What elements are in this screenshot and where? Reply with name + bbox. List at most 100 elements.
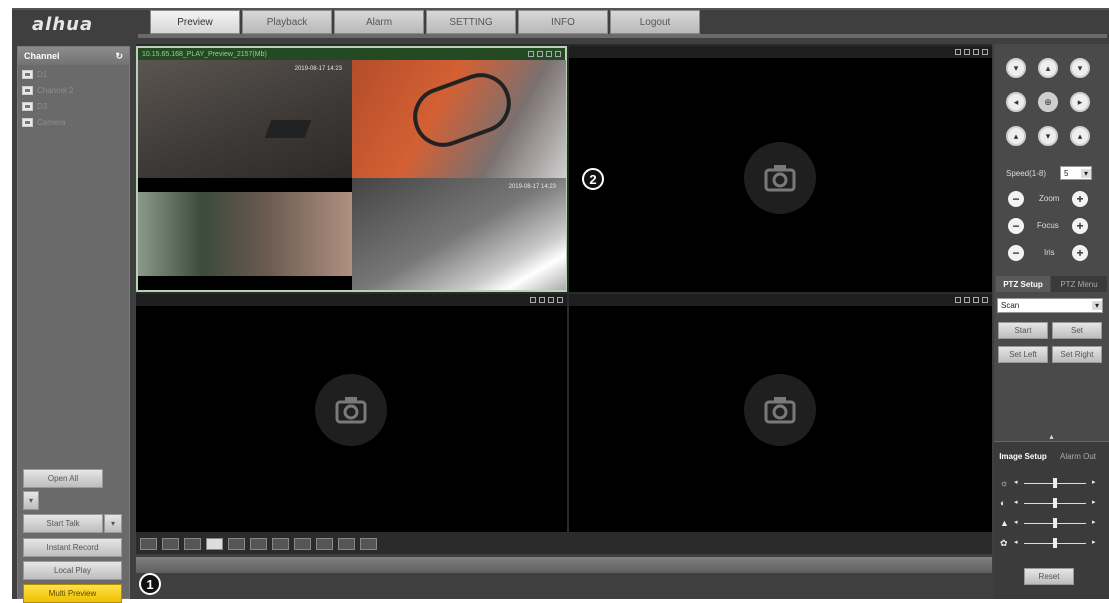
focus-near-button[interactable]: − [1008, 218, 1024, 234]
set-button[interactable]: Set [1052, 322, 1102, 339]
zoom-in-button[interactable]: + [1072, 191, 1088, 207]
channel-item[interactable]: Channel 2 [18, 83, 129, 97]
tab-ptz-menu[interactable]: PTZ Menu [1051, 276, 1107, 292]
layout-9-icon[interactable] [206, 538, 223, 550]
focus-far-button[interactable]: + [1072, 218, 1088, 234]
tab-alarm[interactable]: Alarm [334, 10, 424, 34]
video-cell-3[interactable] [136, 294, 567, 532]
osd-timestamp: 2019-08-17 14:23 [294, 66, 342, 72]
slider-knob[interactable] [1053, 478, 1057, 488]
zoom-out-button[interactable]: − [1008, 191, 1024, 207]
close-icon[interactable] [557, 297, 563, 303]
start-button[interactable]: Start [998, 322, 1048, 339]
layout-36-icon[interactable] [272, 538, 289, 550]
record-icon[interactable] [973, 297, 979, 303]
ptz-up-right-button[interactable]: ▾ [1070, 58, 1090, 78]
zoom-icon[interactable] [955, 297, 961, 303]
refresh-icon[interactable]: ↻ [115, 51, 123, 62]
app-root: alhua Preview Playback Alarm SETTING INF… [0, 0, 1109, 603]
ptz-center-button[interactable]: ⊕ [1038, 92, 1058, 112]
tab-preview[interactable]: Preview [150, 10, 240, 34]
speed-value: 5 [1064, 168, 1069, 178]
saturation-slider[interactable]: ▲ ◂ ▸ [1000, 518, 1100, 528]
channel-item[interactable]: D1 [18, 67, 129, 81]
start-talk-button[interactable]: Start Talk [23, 514, 103, 533]
zoom-icon[interactable] [530, 297, 536, 303]
tab-alarm-out[interactable]: Alarm Out [1051, 448, 1105, 464]
ptz-up-left-button[interactable]: ▾ [1006, 58, 1026, 78]
instant-record-button[interactable]: Instant Record [23, 538, 122, 557]
video-cell-2[interactable] [569, 46, 992, 292]
iris-open-button[interactable]: + [1072, 245, 1088, 261]
snapshot-icon[interactable] [964, 49, 970, 55]
close-icon[interactable] [982, 49, 988, 55]
ptz-left-button[interactable]: ◂ [1006, 92, 1026, 112]
local-play-button[interactable]: Local Play [23, 561, 122, 580]
tab-ptz-setup[interactable]: PTZ Setup [996, 276, 1050, 292]
tab-playback[interactable]: Playback [242, 10, 332, 34]
video-cell-4[interactable] [569, 294, 992, 532]
ptz-down-right-button[interactable]: ▴ [1070, 126, 1090, 146]
ptz-down-left-button[interactable]: ▴ [1006, 126, 1026, 146]
slider-knob[interactable] [1053, 498, 1057, 508]
layout-16-icon[interactable] [228, 538, 245, 550]
camera-feed-1: 2019-08-17 14:23 [138, 60, 352, 178]
record-icon[interactable] [546, 51, 552, 57]
reset-button[interactable]: Reset [1024, 568, 1074, 585]
camera-placeholder-icon [315, 374, 387, 446]
snapshot-icon[interactable] [537, 51, 543, 57]
open-all-button[interactable]: Open All [23, 469, 103, 488]
collapse-handle[interactable]: ▴ [994, 432, 1109, 441]
layout-1-icon[interactable] [140, 538, 157, 550]
contrast-slider[interactable]: ◐ ◂ ▸ [1000, 498, 1100, 508]
snapshot-icon[interactable] [539, 297, 545, 303]
video-cell-1[interactable]: 10.15.65.168_PLAY_Preview_2157(Mb) 2019-… [136, 46, 567, 292]
brightness-slider[interactable]: ☼ ◂ ▸ [1000, 478, 1100, 488]
stretch-icon[interactable] [360, 538, 377, 550]
layout-8-icon[interactable] [184, 538, 201, 550]
zoom-icon: ⊕ [1044, 96, 1052, 107]
talk-dropdown-button[interactable]: ▾ [104, 514, 122, 533]
close-icon[interactable] [555, 51, 561, 57]
channel-item[interactable]: D3 [18, 99, 129, 113]
record-icon[interactable] [548, 297, 554, 303]
video-cell-title-bar: 10.15.65.168_PLAY_Preview_2157(Mb) [138, 48, 565, 60]
set-left-button[interactable]: Set Left [998, 346, 1048, 363]
record-icon[interactable] [973, 49, 979, 55]
slider-knob[interactable] [1053, 538, 1057, 548]
iris-close-button[interactable]: − [1008, 245, 1024, 261]
slider-knob[interactable] [1053, 518, 1057, 528]
zoom-icon[interactable] [955, 49, 961, 55]
fullscreen-icon[interactable] [316, 538, 333, 550]
layout-25-icon[interactable] [250, 538, 267, 550]
channel-panel: Channel ↻ D1 Channel 2 D3 Camera Open Al… [17, 46, 130, 603]
tab-logout[interactable]: Logout [610, 10, 700, 34]
ptz-up-button[interactable]: ▴ [1038, 58, 1058, 78]
multi-preview-button[interactable]: Multi Preview [23, 584, 122, 603]
timeline-slider[interactable] [136, 557, 992, 573]
chevron-down-icon: ▾ [110, 519, 115, 528]
layout-64-icon[interactable] [294, 538, 311, 550]
tab-image-setup[interactable]: Image Setup [996, 448, 1050, 464]
hue-slider[interactable]: ✿ ◂ ▸ [1000, 538, 1100, 548]
tab-info[interactable]: INFO [518, 10, 608, 34]
ptz-down-button[interactable]: ▾ [1038, 126, 1058, 146]
speed-select[interactable]: 5 ▾ [1060, 166, 1092, 180]
ptz-mode-select[interactable]: Scan ▾ [997, 298, 1103, 313]
zoom-icon[interactable] [528, 51, 534, 57]
arrow-down-left-icon: ▴ [1013, 130, 1019, 141]
layout-4-icon[interactable] [162, 538, 179, 550]
snapshot-icon[interactable] [964, 297, 970, 303]
callout-marker: 2 [582, 168, 604, 190]
ptz-right-button[interactable]: ▸ [1070, 92, 1090, 112]
focus-label: Focus [1037, 221, 1059, 230]
tab-setting[interactable]: SETTING [426, 10, 516, 34]
cell-toolbar [955, 297, 988, 303]
set-right-button[interactable]: Set Right [1052, 346, 1102, 363]
fit-icon[interactable] [338, 538, 355, 550]
channel-item[interactable]: Camera [18, 115, 129, 129]
camera-channel-icon [22, 117, 33, 127]
channel-dropdown-button[interactable]: ▾ [23, 491, 39, 510]
close-icon[interactable] [982, 297, 988, 303]
camera-placeholder-icon [744, 374, 816, 446]
